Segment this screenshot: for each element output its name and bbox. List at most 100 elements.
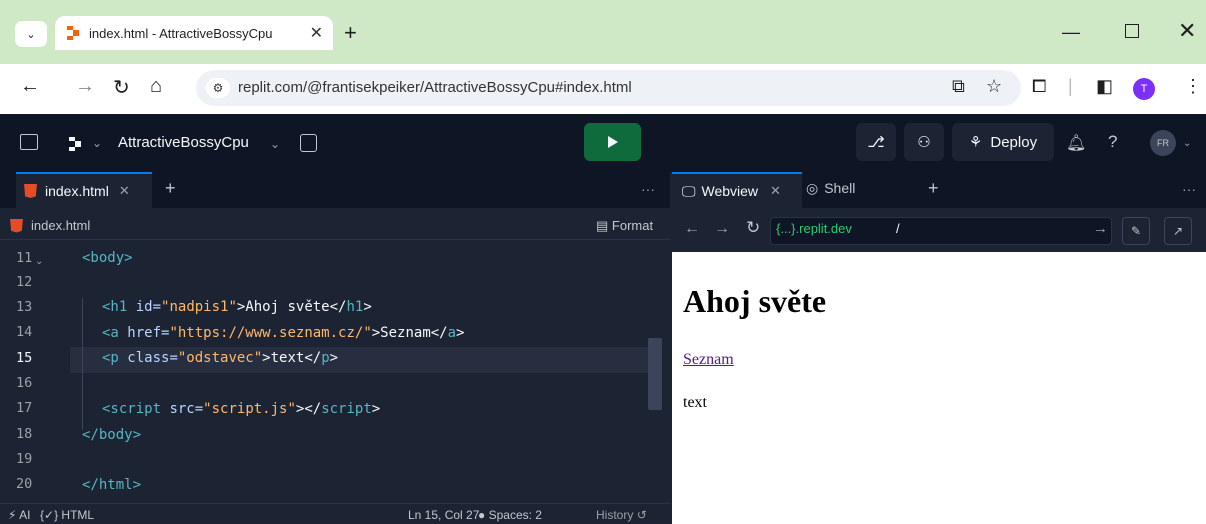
tab-index-html[interactable]: index.html ✕ xyxy=(16,172,152,208)
status-bar xyxy=(0,503,670,524)
side-panel-icon[interactable]: ◧ xyxy=(1096,76,1113,97)
code-line[interactable]: </html> xyxy=(82,477,141,493)
editor-scrollbar[interactable] xyxy=(648,338,662,410)
replit-favicon-icon xyxy=(67,26,79,40)
history-icon: ↺ xyxy=(636,508,647,522)
invite-user-button[interactable]: ⚇ xyxy=(904,123,944,161)
go-arrow-icon[interactable]: → xyxy=(1093,220,1108,237)
tab-label: index.html xyxy=(45,183,109,199)
reload-icon[interactable]: ↻ xyxy=(113,75,130,100)
history-button[interactable]: History ↺ xyxy=(596,508,647,522)
bell-icon[interactable]: 🔔︎ xyxy=(1066,133,1086,153)
webview-domain[interactable]: {...}.replit.dev xyxy=(776,221,852,236)
ai-icon: ⚡︎ xyxy=(8,508,17,522)
profile-avatar[interactable]: T xyxy=(1133,78,1155,100)
fold-chevron-icon[interactable]: ⌄ xyxy=(35,256,43,267)
language-indicator[interactable]: {✓} HTML xyxy=(40,508,94,522)
page-heading: Ahoj světe xyxy=(683,283,827,319)
code-icon: {✓} xyxy=(40,508,62,522)
install-app-icon[interactable]: ⧉ xyxy=(952,76,965,97)
shell-icon: ◎ xyxy=(806,180,819,196)
ai-button[interactable]: ⚡︎ AI xyxy=(8,508,30,522)
replit-logo-icon[interactable] xyxy=(67,136,83,152)
run-button[interactable] xyxy=(584,123,641,161)
code-line[interactable]: <h1 id="nadpis1">Ahoj světe</h1> xyxy=(102,299,372,315)
tab-shell[interactable]: ◎ Shell xyxy=(806,180,855,197)
line-number: 19 xyxy=(16,451,33,467)
add-tab-button[interactable]: + xyxy=(928,178,939,199)
deploy-button[interactable]: ⚘ Deploy xyxy=(952,123,1054,161)
format-label: Format xyxy=(611,218,654,233)
site-info-icon[interactable]: ⚙ xyxy=(206,78,230,98)
format-button[interactable]: ▤ Format xyxy=(596,218,653,234)
html-file-icon xyxy=(24,184,37,198)
close-tab-icon[interactable]: ✕ xyxy=(119,183,130,199)
code-line[interactable]: <a href="https://www.seznam.cz/">Seznam<… xyxy=(102,325,464,341)
more-options-icon[interactable]: ··· xyxy=(641,181,655,197)
forward-icon[interactable]: → xyxy=(714,220,730,238)
deploy-label: Deploy xyxy=(990,133,1038,151)
code-line[interactable]: <p class="odstavec">text</p> xyxy=(102,350,338,366)
line-number: 16 xyxy=(16,375,33,391)
monitor-icon: 🖵︎ xyxy=(682,182,696,199)
add-tab-button[interactable]: + xyxy=(165,178,176,199)
code-line[interactable]: <script src="script.js"></script> xyxy=(102,401,380,417)
breadcrumb[interactable]: index.html xyxy=(10,218,90,233)
webview-path-input[interactable]: / xyxy=(896,221,900,236)
extensions-icon[interactable]: ⧠ xyxy=(1032,76,1046,97)
dot-icon: ● xyxy=(478,508,489,522)
paragraph-text: text xyxy=(683,394,707,411)
back-icon[interactable]: ← xyxy=(20,75,40,98)
code-line[interactable]: </body> xyxy=(82,427,141,443)
project-name[interactable]: AttractiveBossyCpu xyxy=(118,134,249,151)
close-tab-icon[interactable]: ✕ xyxy=(770,183,781,199)
line-number: 14 xyxy=(16,324,33,340)
bookmark-star-icon[interactable]: ☆ xyxy=(986,76,1002,97)
format-icon: ▤ xyxy=(596,218,612,233)
browser-tab-title: index.html - AttractiveBossyCpu xyxy=(89,25,273,41)
line-number: 17 xyxy=(16,400,33,416)
chevron-down-icon[interactable]: ⌄ xyxy=(270,137,280,151)
more-options-icon[interactable]: ··· xyxy=(1182,181,1196,197)
reload-icon[interactable]: ↻ xyxy=(746,218,760,238)
devtools-icon[interactable]: ✎ xyxy=(1122,217,1150,245)
git-branch-button[interactable]: ⎇ xyxy=(856,123,896,161)
tab-label: Webview xyxy=(701,183,759,199)
maximize-icon[interactable] xyxy=(1125,24,1139,38)
tab-search-button[interactable]: ⌄ xyxy=(15,21,47,47)
indentation-setting[interactable]: ● Spaces: 2 xyxy=(478,508,542,522)
help-icon[interactable]: ? xyxy=(1108,132,1117,152)
chevron-down-icon[interactable]: ⌄ xyxy=(1183,138,1191,149)
new-tab-button[interactable]: + xyxy=(344,20,357,46)
forward-icon[interactable]: → xyxy=(75,75,95,98)
url-text[interactable]: replit.com/@frantisekpeiker/AttractiveBo… xyxy=(238,79,632,96)
user-avatar[interactable]: FR xyxy=(1150,130,1176,156)
line-number: 15 xyxy=(16,350,33,366)
seznam-link[interactable]: Seznam xyxy=(683,351,734,369)
line-number: 20 xyxy=(16,476,33,492)
minimize-icon[interactable]: — xyxy=(1062,22,1080,43)
database-icon[interactable] xyxy=(300,134,317,152)
deploy-icon: ⚘ xyxy=(968,134,983,151)
open-new-tab-icon[interactable]: ↗ xyxy=(1164,217,1192,245)
toggle-sidebar-icon[interactable] xyxy=(20,134,38,150)
code-line[interactable]: <body> xyxy=(82,250,133,266)
play-icon xyxy=(607,136,618,148)
browser-tab[interactable]: index.html - AttractiveBossyCpu ✕ xyxy=(55,16,333,50)
toolbar-divider: | xyxy=(1068,76,1073,96)
home-icon[interactable]: ⌂ xyxy=(150,75,162,98)
line-number: 12 xyxy=(16,274,33,290)
indent-guide xyxy=(82,298,83,430)
cursor-position[interactable]: Ln 15, Col 27 xyxy=(408,508,479,522)
tab-webview[interactable]: 🖵︎ Webview ✕ xyxy=(672,172,802,208)
close-window-icon[interactable]: ✕ xyxy=(1178,18,1196,44)
chevron-down-icon[interactable]: ⌄ xyxy=(92,136,102,150)
line-number: 13 xyxy=(16,299,33,315)
browser-menu-icon[interactable]: ⋮ xyxy=(1184,76,1202,97)
breadcrumb-file: index.html xyxy=(31,218,91,233)
back-icon[interactable]: ← xyxy=(684,220,700,238)
line-number: 18 xyxy=(16,426,33,442)
breadcrumb-bar xyxy=(0,208,670,240)
close-tab-icon[interactable]: ✕ xyxy=(310,23,323,43)
html-file-icon xyxy=(10,218,23,233)
